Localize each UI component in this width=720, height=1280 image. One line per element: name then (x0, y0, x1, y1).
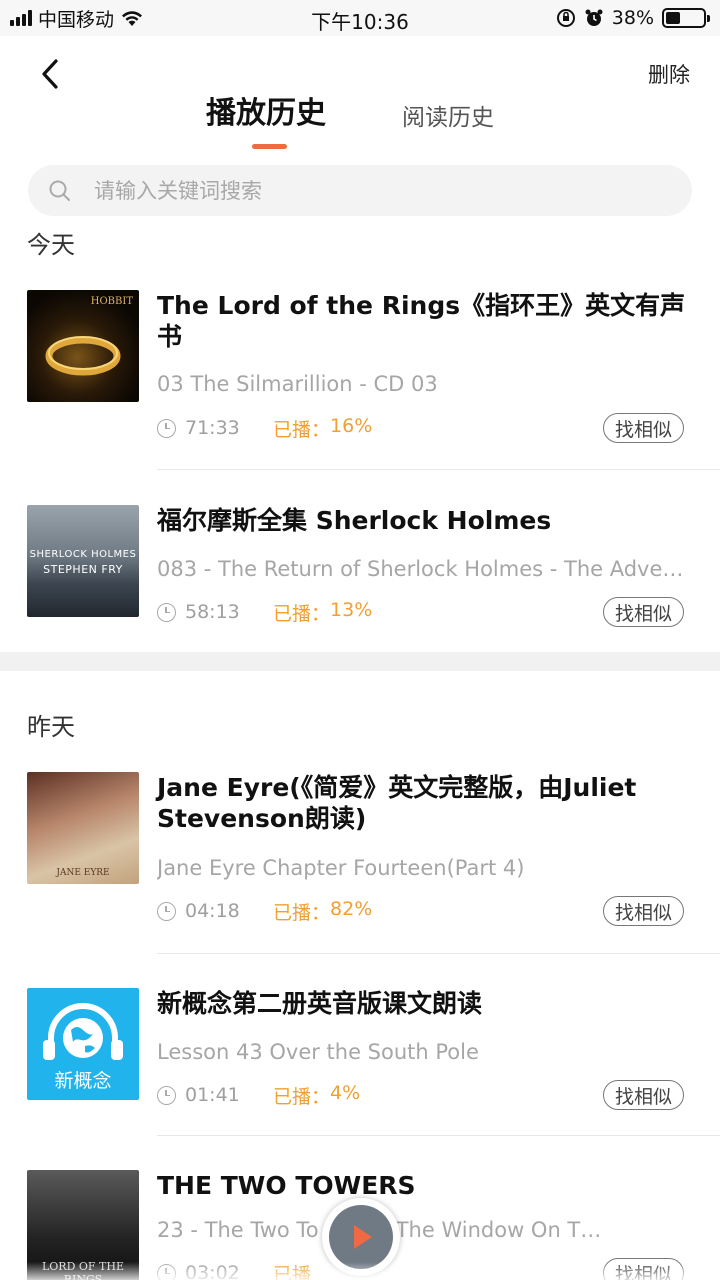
played-progress: 已播： 4% (273, 1082, 360, 1109)
find-similar-button[interactable]: 找相似 (603, 1080, 684, 1110)
duration: 01:41 (185, 1084, 240, 1106)
cover-label-2: STEPHEN FRY (43, 563, 123, 576)
cover-image: LORD OF THE RINGS (27, 1170, 139, 1280)
item-divider (157, 1135, 720, 1136)
played-label: 已播： (273, 1085, 331, 1108)
back-button[interactable] (32, 54, 68, 94)
battery-icon (662, 8, 710, 28)
cover-label: 新概念 (54, 1070, 112, 1092)
ring-icon (45, 336, 121, 376)
clock-icon (157, 1085, 176, 1105)
item-subtitle: 23 - The Two To D 11 - The Window On T… (157, 1218, 602, 1242)
played-value: 16% (330, 414, 373, 437)
list-item[interactable]: JANE EYRE Jane Eyre(《简爱》英文完整版，由Juliet St… (0, 772, 720, 954)
item-divider (157, 469, 720, 470)
search-bar[interactable] (28, 165, 692, 216)
played-label: 已播 (273, 1263, 312, 1280)
item-meta: 58:13 已播： 13% (157, 597, 372, 627)
find-similar-button[interactable]: 找相似 (603, 597, 684, 627)
delete-button[interactable]: 删除 (648, 59, 690, 89)
item-subtitle: Jane Eyre Chapter Fourteen(Part 4) (157, 856, 525, 880)
status-left: 中国移动 (10, 6, 144, 31)
status-right: 38% (556, 6, 710, 30)
played-value: 82% (330, 897, 373, 920)
cover-label: JANE EYRE (56, 868, 110, 878)
list-item[interactable]: HOBBIT The Lord of the Rings《指环王》英文有声书 0… (0, 290, 720, 470)
play-icon (354, 1225, 372, 1249)
tab-play-history[interactable]: 播放历史 (206, 88, 326, 132)
section-title-yesterday: 昨天 (27, 713, 75, 741)
item-meta: 71:33 已播： 16% (157, 413, 372, 443)
section-divider (0, 652, 720, 671)
item-subtitle: 03 The Silmarillion - CD 03 (157, 372, 438, 396)
tab-read-history[interactable]: 阅读历史 (402, 98, 494, 132)
rotation-lock-icon (556, 9, 575, 27)
carrier-label: 中国移动 (38, 8, 115, 31)
list-item[interactable]: SHERLOCK HOLMES STEPHEN FRY 福尔摩斯全集 Sherl… (0, 505, 720, 653)
find-similar-button[interactable]: 找相似 (603, 413, 684, 443)
item-title: The Lord of the Rings《指环王》英文有声书 (157, 291, 686, 351)
headphone-globe-icon (43, 1003, 123, 1060)
clock-icon (157, 901, 176, 921)
clock-icon (157, 1263, 176, 1280)
duration: 58:13 (185, 601, 240, 623)
cover-label: LORD OF THE RINGS (41, 1260, 125, 1280)
cover-image: 新概念 (27, 988, 139, 1100)
item-title: Jane Eyre(《简爱》英文完整版，由Juliet Stevenson朗读) (157, 773, 637, 833)
item-meta: 01:41 已播： 4% (157, 1080, 360, 1110)
item-meta: 04:18 已播： 82% (157, 896, 372, 926)
wifi-icon (122, 11, 143, 26)
played-label: 已播： (273, 901, 331, 924)
signal-icon (10, 10, 32, 26)
played-value: 13% (330, 598, 373, 621)
search-icon (49, 180, 70, 201)
item-subtitle: 083 - The Return of Sherlock Holmes - Th… (157, 557, 684, 581)
battery-level (666, 12, 680, 24)
item-subtitle: Lesson 43 Over the South Pole (157, 1040, 479, 1064)
cover-label: SHERLOCK HOLMES (29, 549, 137, 560)
duration: 71:33 (185, 417, 240, 439)
cover-image: JANE EYRE (27, 772, 139, 884)
duration: 04:18 (185, 900, 240, 922)
battery-percent: 38% (611, 7, 654, 29)
item-title: 福尔摩斯全集 Sherlock Holmes (157, 506, 552, 535)
played-progress: 已播： 13% (273, 599, 372, 626)
clock-icon (157, 602, 176, 622)
status-bar: 中国移动 下午10:36 38% (0, 0, 720, 36)
played-progress: 已播： 82% (273, 898, 372, 925)
chevron-left-icon (42, 59, 58, 89)
item-title: THE TWO TOWERS (157, 1171, 416, 1200)
mini-player-button[interactable] (322, 1198, 400, 1276)
list-item[interactable]: 新概念 新概念第二册英音版课文朗读 Lesson 43 Over the Sou… (0, 988, 720, 1136)
alarm-icon (585, 9, 603, 26)
item-title: 新概念第二册英音版课文朗读 (157, 989, 483, 1018)
section-title-today: 今天 (27, 231, 75, 259)
played-value: 4% (330, 1081, 361, 1104)
played-progress: 已播 (273, 1260, 311, 1280)
duration: 03:02 (185, 1262, 240, 1280)
find-similar-button[interactable]: 找相似 (603, 1258, 684, 1280)
active-tab-indicator (252, 144, 287, 149)
clock-icon (157, 418, 176, 438)
item-divider (157, 953, 720, 954)
item-meta: 03:02 已播 (157, 1258, 311, 1280)
played-label: 已播： (273, 418, 331, 441)
played-progress: 已播： 16% (273, 415, 372, 442)
cover-image: HOBBIT (27, 290, 139, 402)
find-similar-button[interactable]: 找相似 (603, 896, 684, 926)
search-input[interactable] (94, 178, 614, 203)
cover-image: SHERLOCK HOLMES STEPHEN FRY (27, 505, 139, 617)
played-label: 已播： (273, 602, 331, 625)
